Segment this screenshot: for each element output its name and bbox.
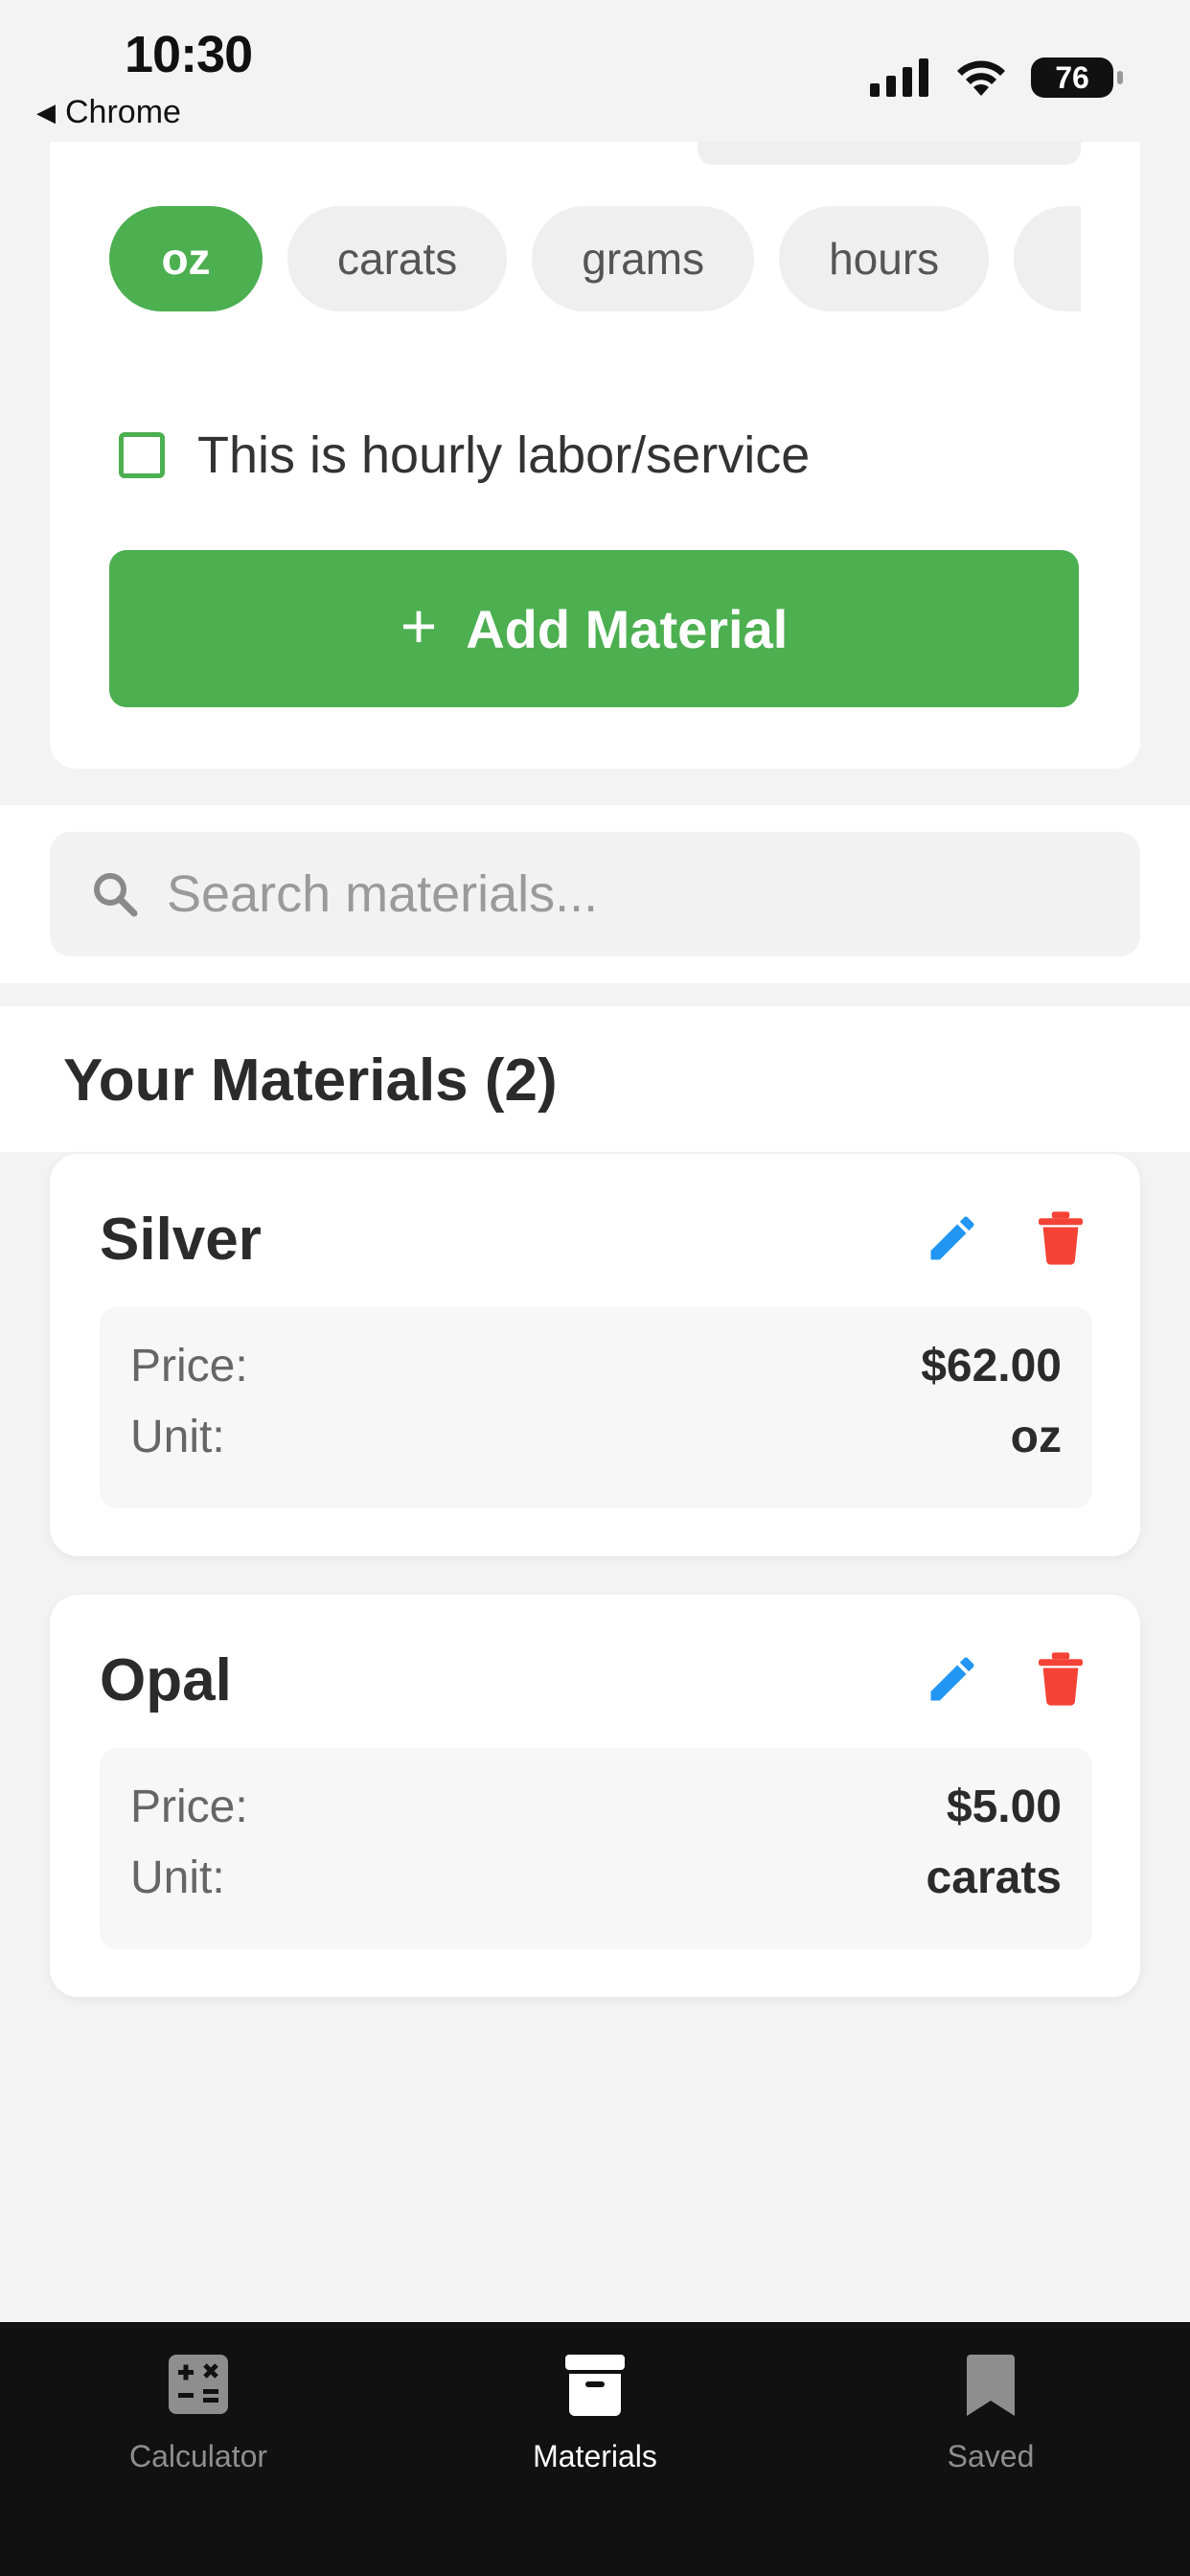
material-card: Silver Price: $62.00 Unit: oz (50, 1154, 1140, 1556)
materials-header: Your Materials (2) (0, 1006, 1190, 1152)
material-card: Opal Price: $5.00 Unit: carats (50, 1595, 1140, 1997)
price-row: Price: $5.00 (130, 1781, 1062, 1833)
material-name: Silver (100, 1207, 262, 1273)
tab-calculator[interactable]: Calculator (55, 2351, 342, 2474)
back-app-label: Chrome (65, 94, 181, 130)
material-details: Price: $5.00 Unit: carats (100, 1748, 1092, 1949)
status-time: 10:30 (125, 26, 253, 83)
delete-trash-icon[interactable] (1039, 1211, 1083, 1265)
battery-indicator: 76 (1031, 58, 1123, 98)
material-details: Price: $62.00 Unit: oz (100, 1307, 1092, 1508)
tab-label: Materials (533, 2439, 657, 2473)
add-material-button[interactable]: + Add Material (109, 550, 1079, 707)
tab-saved[interactable]: Saved (847, 2351, 1134, 2474)
unit-value: carats (926, 1852, 1062, 1903)
price-value: $5.00 (946, 1782, 1062, 1832)
search-section: Search materials... (0, 805, 1190, 983)
materials-title: Your Materials (2) (63, 1047, 558, 1114)
material-name: Opal (100, 1647, 232, 1714)
add-material-label: Add Material (466, 598, 789, 659)
unit-label: Unit: (130, 1852, 225, 1903)
unit-row: Unit: carats (130, 1852, 1062, 1904)
unit-label: Unit: (130, 1412, 225, 1462)
hourly-labor-label: This is hourly labor/service (197, 426, 811, 484)
delete-trash-icon[interactable] (1039, 1652, 1083, 1706)
hourly-labor-checkbox[interactable] (119, 432, 165, 478)
unit-value: oz (1010, 1412, 1062, 1462)
calculator-icon (169, 2355, 228, 2414)
unit-chip-carats[interactable]: carats (287, 206, 508, 311)
price-value: $62.00 (921, 1341, 1062, 1392)
unit-chip-grams[interactable]: grams (532, 206, 755, 311)
plus-icon: + (400, 590, 438, 661)
tab-label: Calculator (128, 2439, 268, 2473)
unit-selector: oz carats grams hours (109, 205, 1081, 312)
price-label: Price: (130, 1782, 248, 1832)
unit-chip-more[interactable] (1014, 206, 1081, 311)
archive-box-icon (565, 2355, 625, 2416)
back-triangle-icon: ◀ (36, 98, 56, 126)
add-material-card: oz carats grams hours This is hourly lab… (50, 142, 1140, 769)
bookmark-icon (967, 2355, 1015, 2416)
edit-pencil-icon[interactable] (924, 1209, 981, 1267)
edit-pencil-icon[interactable] (924, 1650, 981, 1708)
hourly-labor-option[interactable]: This is hourly labor/service (119, 426, 810, 485)
unit-row: Unit: oz (130, 1411, 1062, 1463)
wifi-icon (957, 60, 1005, 96)
price-row: Price: $62.00 (130, 1340, 1062, 1392)
tab-label: Saved (947, 2439, 1035, 2473)
cellular-signal-icon (870, 58, 928, 97)
search-input[interactable]: Search materials... (50, 832, 1140, 956)
unit-chip-hours[interactable]: hours (779, 206, 990, 311)
price-label: Price: (130, 1341, 248, 1392)
tab-materials[interactable]: Materials (451, 2351, 739, 2474)
status-icons: 76 (870, 58, 1123, 98)
price-input-stub[interactable] (698, 142, 1081, 165)
back-to-app-link[interactable]: ◀ Chrome (36, 94, 181, 131)
bottom-tab-bar: Calculator Materials Saved (0, 2322, 1190, 2576)
search-icon (94, 873, 138, 917)
search-placeholder: Search materials... (167, 865, 599, 923)
unit-chip-oz[interactable]: oz (109, 206, 263, 311)
